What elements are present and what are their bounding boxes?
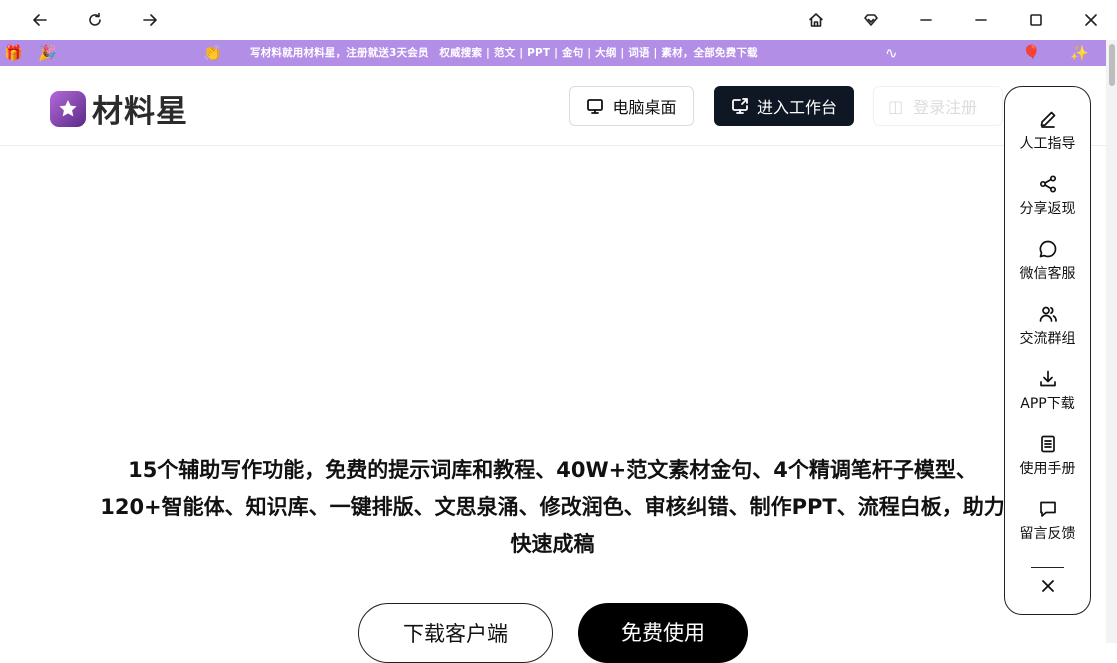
free-use-button[interactable]: 免费使用 — [578, 603, 748, 663]
diamond-icon[interactable] — [859, 8, 883, 32]
hero-section: 15个辅助写作功能，免费的提示词库和教程、40W+范文素材金句、4个精调笔杆子模… — [0, 146, 1106, 663]
side-item-label: 使用手册 — [1019, 461, 1076, 477]
login-register-label: 登录注册 — [913, 98, 978, 117]
download-icon — [1039, 370, 1056, 387]
star-logo-icon — [50, 90, 86, 127]
download-client-button[interactable]: 下载客户端 — [358, 603, 553, 663]
users-icon — [1039, 306, 1057, 322]
side-item-wechat-service[interactable]: 微信客服 — [1005, 239, 1090, 295]
site-header: 材料星 电脑桌面 进入工作台 ◫ 登录注册 — [0, 66, 1106, 146]
side-item-label: 分享返现 — [1019, 201, 1076, 217]
promo-banner[interactable]: 🎁 🎉 👏 写材料就用材料星，注册就送3天会员 权威搜索 | 范文 | PPT … — [0, 40, 1106, 66]
logo-text: 材料星 — [92, 94, 188, 130]
side-item-label: 微信客服 — [1019, 266, 1076, 282]
side-item-label: APP下载 — [1020, 396, 1075, 412]
side-item-app-download[interactable]: APP下载 — [1005, 369, 1090, 425]
user-icon: ◫ — [888, 96, 904, 116]
message-icon — [1039, 501, 1056, 517]
side-item-feedback[interactable]: 留言反馈 — [1005, 499, 1090, 555]
side-item-human-guidance[interactable]: 人工指导 — [1005, 109, 1090, 165]
desktop-button[interactable]: 电脑桌面 — [569, 86, 694, 126]
side-item-label: 交流群组 — [1019, 331, 1076, 347]
clap-decoration-icon: 👏 — [203, 44, 222, 62]
side-item-community-groups[interactable]: 交流群组 — [1005, 304, 1090, 360]
banner-text: 写材料就用材料星，注册就送3天会员 权威搜索 | 范文 | PPT | 金句 |… — [250, 47, 758, 59]
side-panel-close-icon[interactable] — [1036, 574, 1060, 598]
side-item-label: 留言反馈 — [1019, 526, 1076, 542]
scrollbar-thumb[interactable] — [1109, 44, 1115, 86]
side-item-label: 人工指导 — [1019, 136, 1076, 152]
home-icon[interactable] — [804, 8, 828, 32]
gift-decoration-icon: 🎁 — [4, 44, 23, 62]
share-icon — [1039, 175, 1056, 193]
hero-description: 15个辅助写作功能，免费的提示词库和教程、40W+范文素材金句、4个精调笔杆子模… — [100, 458, 1005, 556]
scribble-decoration-icon: ∿ — [885, 44, 898, 62]
desktop-button-label: 电脑桌面 — [612, 98, 677, 117]
manual-icon — [1040, 435, 1055, 453]
reload-icon[interactable] — [83, 8, 107, 32]
external-screen-icon — [732, 98, 748, 114]
side-divider — [1031, 567, 1064, 568]
balloon-decoration-icon: 🎈 — [1022, 44, 1041, 62]
minimize-icon[interactable] — [969, 8, 993, 32]
maximize-icon[interactable] — [1024, 8, 1048, 32]
window-titlebar — [0, 0, 1117, 40]
site-logo[interactable]: 材料星 — [50, 86, 188, 131]
side-toolbar: 人工指导 分享返现 微信客服 交流群组 APP下载 使用手册 留言反馈 — [1004, 86, 1091, 615]
side-item-share-cashback[interactable]: 分享返现 — [1005, 174, 1090, 230]
page-scrollbar[interactable] — [1106, 40, 1117, 643]
forward-icon[interactable] — [138, 8, 162, 32]
minimize-alt-icon[interactable] — [914, 8, 938, 32]
monitor-icon — [587, 99, 604, 114]
enter-workspace-label: 进入工作台 — [756, 98, 837, 117]
close-icon[interactable] — [1079, 8, 1103, 32]
login-register-button[interactable]: ◫ 登录注册 — [873, 86, 1003, 126]
chat-bubble-icon — [1039, 240, 1056, 258]
pen-icon — [1040, 111, 1055, 128]
side-item-user-manual[interactable]: 使用手册 — [1005, 434, 1090, 490]
enter-workspace-button[interactable]: 进入工作台 — [714, 86, 854, 126]
sparkle-decoration-icon: ✨ — [1070, 44, 1089, 62]
back-icon[interactable] — [28, 8, 52, 32]
confetti-decoration-icon: 🎉 — [38, 44, 57, 62]
